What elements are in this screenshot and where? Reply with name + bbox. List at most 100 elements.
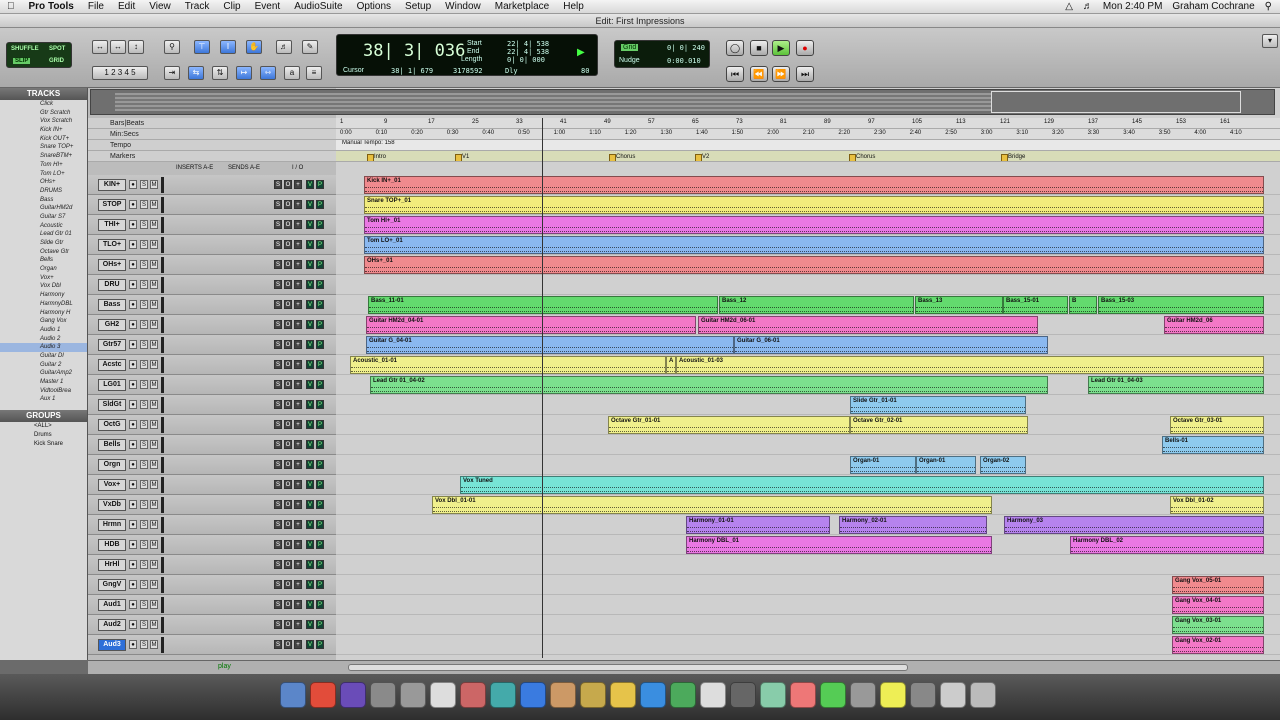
mute-button[interactable]: M [150,340,158,349]
marker-intro[interactable]: Intro [366,152,386,161]
track-list-item[interactable]: Bells [0,256,87,265]
audio-clip[interactable]: Tom LO+_01 [364,236,1264,254]
delay-comp[interactable]: Dly [505,67,518,75]
volume-icon[interactable]: V [306,400,314,409]
track-playlist-lane[interactable]: Harmony_01-01 Harmony_02-01 Harmony_03 [336,515,1280,535]
pan-icon[interactable]: P [316,420,324,429]
mute-button[interactable]: M [150,360,158,369]
toolbar-menu-icon[interactable]: ▾ [1262,34,1278,48]
markers-ruler[interactable]: Intro V1 Chorus V2 Chorus Bridge [336,151,1280,162]
voice-select[interactable]: + [294,620,302,629]
volume-icon[interactable]: V [306,320,314,329]
track-header[interactable]: OctG ● S M S O + V P [88,415,336,435]
voice-select[interactable]: + [294,200,302,209]
dock-app-icon[interactable] [880,682,906,708]
dock-app-icon[interactable] [910,682,936,708]
track-list-item[interactable]: Click [0,100,87,109]
audio-clip[interactable]: Vox Dbl_01-02 [1170,496,1264,514]
solo-button[interactable]: S [140,360,148,369]
rec-button[interactable]: ● [129,600,137,609]
voice-select[interactable]: + [294,220,302,229]
stop-icon[interactable]: ■ [750,40,768,56]
mute-button[interactable]: M [150,300,158,309]
length-field[interactable]: 0| 0| 000 [507,56,545,64]
track-header[interactable]: Aud2 ● S M S O + V P [88,615,336,635]
mute-button[interactable]: M [150,220,158,229]
mute-button[interactable]: M [150,480,158,489]
audio-clip[interactable]: Bass_13 [915,296,1003,314]
track-playlist-lane[interactable]: Kick IN+_01 [336,175,1280,195]
mute-button[interactable]: M [150,380,158,389]
track-name[interactable]: LG01 [98,379,126,391]
volume-icon[interactable]: V [306,520,314,529]
input-select[interactable]: S [274,620,282,629]
track-header[interactable]: Orgn ● S M S O + V P [88,455,336,475]
voice-select[interactable]: + [294,360,302,369]
track-name[interactable]: Bells [98,439,126,451]
track-list-item[interactable]: Tom LO+ [0,170,87,179]
track-list-item[interactable]: OHs+ [0,178,87,187]
track-header[interactable]: Hrmn ● S M S O + V P [88,515,336,535]
track-header[interactable]: Aud1 ● S M S O + V P [88,595,336,615]
voice-select[interactable]: + [294,320,302,329]
pan-icon[interactable]: P [316,520,324,529]
volume-icon[interactable]: V [306,360,314,369]
audio-clip[interactable]: Organ-01 [916,456,976,474]
track-list-item[interactable]: Organ [0,265,87,274]
minsec-ruler-label[interactable]: Min:Secs [88,129,336,140]
zoom-presets[interactable]: 1 2 3 4 5 [92,66,148,80]
apple-icon[interactable]:  [0,1,22,12]
output-select[interactable]: O [284,340,292,349]
track-list-item[interactable]: Lead Gtr 01 [0,230,87,239]
dock-app-icon[interactable] [370,682,396,708]
pan-icon[interactable]: P [316,580,324,589]
track-list-item[interactable]: Bass [0,196,87,205]
tempo-marker[interactable]: Manual Tempo: 158 [342,140,395,146]
mute-button[interactable]: M [150,180,158,189]
mirror-midi-icon[interactable]: ⇿ [260,66,276,80]
marker-v2[interactable]: V2 [694,152,709,161]
volume-icon[interactable]: V [306,460,314,469]
dock-app-icon[interactable] [730,682,756,708]
voice-select[interactable]: + [294,600,302,609]
track-name[interactable]: HDB [98,539,126,551]
menu-clip[interactable]: Clip [216,1,247,12]
menu-view[interactable]: View [142,1,178,12]
marker-v1[interactable]: V1 [454,152,469,161]
track-playlist-lane[interactable]: Slide Gtr_01-01 [336,395,1280,415]
track-list-item[interactable]: Kick OUT+ [0,135,87,144]
output-select[interactable]: O [284,580,292,589]
input-select[interactable]: S [274,240,282,249]
tab-to-transient-icon[interactable]: ⇥ [164,66,180,80]
track-list-item[interactable]: DRUMS [0,187,87,196]
track-playlist-lane[interactable]: Snare TOP+_01 [336,195,1280,215]
input-select[interactable]: S [274,520,282,529]
audio-clip[interactable]: Guitar G_06-01 [734,336,1048,354]
insertion-follows-icon[interactable]: ↦ [236,66,252,80]
track-list-item[interactable]: GuitarHM2d [0,204,87,213]
pan-icon[interactable]: P [316,180,324,189]
pan-icon[interactable]: P [316,620,324,629]
mute-button[interactable]: M [150,420,158,429]
volume-icon[interactable]: V [306,580,314,589]
menu-track[interactable]: Track [178,1,217,12]
track-header[interactable]: Gtr57 ● S M S O + V P [88,335,336,355]
track-list-item[interactable]: Harmony H [0,309,87,318]
playhead-cursor[interactable] [542,118,543,658]
solo-button[interactable]: S [140,420,148,429]
dock-app-icon[interactable] [640,682,666,708]
track-playlist-lane[interactable]: Vox Dbl_01-01 Vox Dbl_01-02 [336,495,1280,515]
audio-clip[interactable]: Guitar HM2d_06-01 [698,316,1038,334]
auto-edit-icon[interactable]: ≡ [306,66,322,80]
voice-select[interactable]: + [294,280,302,289]
group-list-item[interactable]: Drums [0,431,87,440]
mute-button[interactable]: M [150,260,158,269]
output-select[interactable]: O [284,620,292,629]
main-counter[interactable]: 38| 3| 036 Start End Length 22| 4| 538 2… [336,34,598,76]
audio-clip[interactable]: Harmony_02-01 [839,516,987,534]
dock-app-icon[interactable] [340,682,366,708]
output-select[interactable]: O [284,220,292,229]
track-list-item[interactable]: Audio 2 [0,335,87,344]
mode-grid[interactable]: GRID [49,58,64,64]
voice-select[interactable]: + [294,540,302,549]
